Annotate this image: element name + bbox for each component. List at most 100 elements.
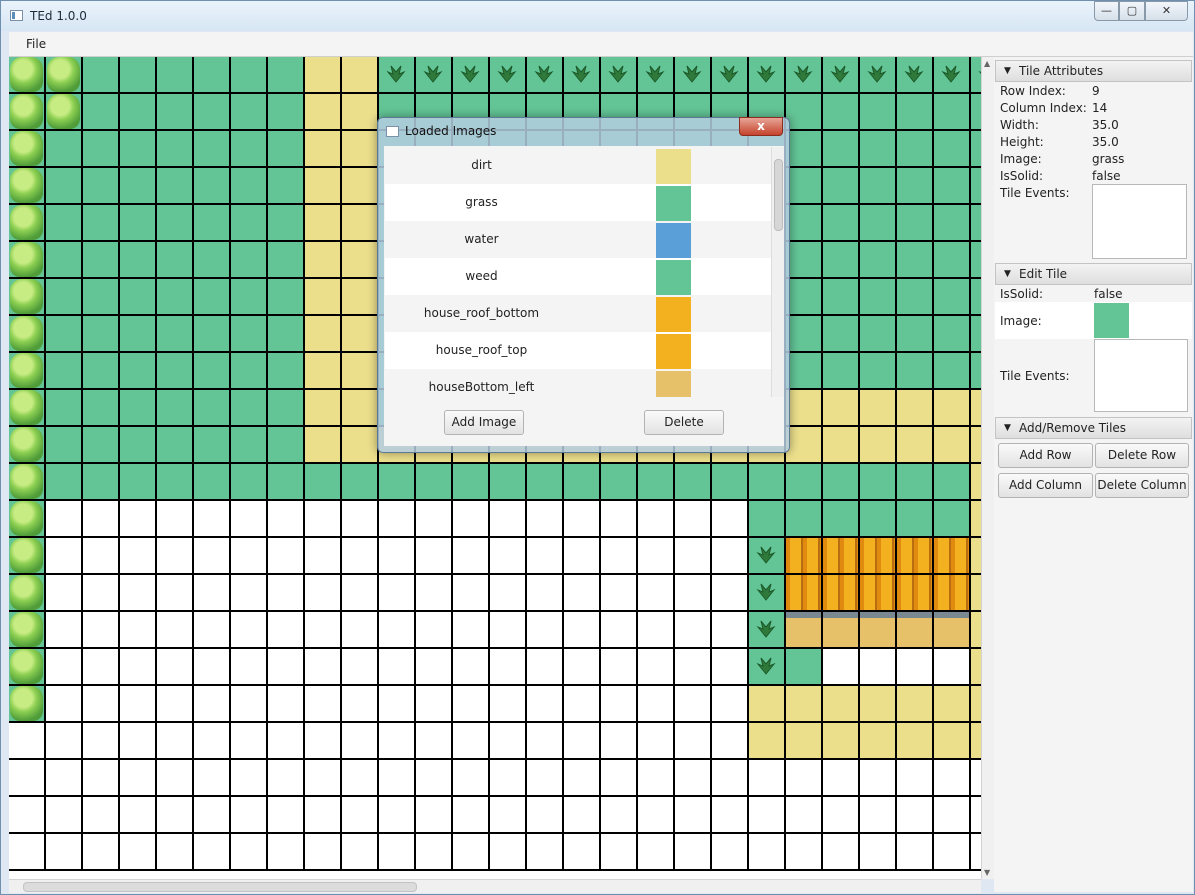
tile-white[interactable] <box>453 834 490 871</box>
tile-grass[interactable] <box>231 205 268 242</box>
edit-issolid-value[interactable]: false <box>1094 287 1123 301</box>
tile-grass[interactable] <box>860 464 897 501</box>
tile-white[interactable] <box>379 649 416 686</box>
tile-grass[interactable] <box>934 131 971 168</box>
tile-grass[interactable] <box>120 390 157 427</box>
tile-white[interactable] <box>379 686 416 723</box>
tile-weed[interactable] <box>786 57 823 94</box>
image-list-item[interactable]: dirt <box>385 147 771 184</box>
tile-white[interactable] <box>823 649 860 686</box>
tile-grass[interactable] <box>268 279 305 316</box>
tile-grass[interactable] <box>934 501 971 538</box>
tile-tree[interactable] <box>9 538 46 575</box>
tile-white[interactable] <box>638 760 675 797</box>
tile-white[interactable] <box>601 723 638 760</box>
tile-dirt[interactable] <box>823 390 860 427</box>
tile-white[interactable] <box>564 723 601 760</box>
tile-tree[interactable] <box>9 316 46 353</box>
tile-grass[interactable] <box>268 464 305 501</box>
tile-tree[interactable] <box>9 57 46 94</box>
tile-white[interactable] <box>453 612 490 649</box>
tile-grass[interactable] <box>934 464 971 501</box>
tile-white[interactable] <box>601 501 638 538</box>
tile-grass[interactable] <box>46 390 83 427</box>
tile-white[interactable] <box>46 686 83 723</box>
tile-grass[interactable] <box>897 279 934 316</box>
tile-white[interactable] <box>934 834 971 871</box>
tile-white[interactable] <box>120 723 157 760</box>
tile-grass[interactable] <box>157 242 194 279</box>
tile-white[interactable] <box>379 834 416 871</box>
tile-white[interactable] <box>453 686 490 723</box>
tile-white[interactable] <box>379 538 416 575</box>
tile-dirt[interactable] <box>971 501 981 538</box>
tile-white[interactable] <box>712 612 749 649</box>
image-list-scrollbar[interactable] <box>771 147 784 397</box>
tile-roof[interactable] <box>934 575 971 612</box>
tile-grass[interactable] <box>971 168 981 205</box>
delete-column-button[interactable]: Delete Column <box>1095 473 1189 498</box>
tile-white[interactable] <box>453 797 490 834</box>
tile-grass[interactable] <box>157 390 194 427</box>
tile-white[interactable] <box>231 723 268 760</box>
tile-white[interactable] <box>194 649 231 686</box>
tile-weed[interactable] <box>601 57 638 94</box>
tile-white[interactable] <box>194 575 231 612</box>
tile-weed[interactable] <box>749 538 786 575</box>
tile-grass[interactable] <box>268 242 305 279</box>
tile-house[interactable] <box>860 612 897 649</box>
tile-dirt[interactable] <box>342 131 379 168</box>
tile-white[interactable] <box>379 612 416 649</box>
tile-white[interactable] <box>416 797 453 834</box>
tile-grass[interactable] <box>194 205 231 242</box>
tile-white[interactable] <box>601 760 638 797</box>
tile-white[interactable] <box>786 760 823 797</box>
tile-grass[interactable] <box>83 57 120 94</box>
tile-grass[interactable] <box>971 279 981 316</box>
tile-grass[interactable] <box>83 427 120 464</box>
tile-grass[interactable] <box>194 279 231 316</box>
tile-grass[interactable] <box>231 168 268 205</box>
tile-grass[interactable] <box>934 94 971 131</box>
tile-weed[interactable] <box>934 57 971 94</box>
tile-dirt[interactable] <box>749 686 786 723</box>
tile-white[interactable] <box>83 834 120 871</box>
tile-weed[interactable] <box>860 57 897 94</box>
tile-grass[interactable] <box>194 316 231 353</box>
tile-white[interactable] <box>194 612 231 649</box>
tile-white[interactable] <box>934 649 971 686</box>
tile-grass[interactable] <box>120 279 157 316</box>
tile-grass[interactable] <box>268 390 305 427</box>
tile-white[interactable] <box>83 649 120 686</box>
tile-white[interactable] <box>342 760 379 797</box>
tile-grass[interactable] <box>823 94 860 131</box>
tile-white[interactable] <box>416 760 453 797</box>
tile-grass[interactable] <box>416 464 453 501</box>
tile-grass[interactable] <box>786 242 823 279</box>
tile-grass[interactable] <box>157 279 194 316</box>
tile-grass[interactable] <box>712 464 749 501</box>
tile-white[interactable] <box>490 723 527 760</box>
image-list-item[interactable]: house_roof_top <box>385 332 771 369</box>
tile-grass[interactable] <box>268 57 305 94</box>
tile-white[interactable] <box>712 575 749 612</box>
tile-weed[interactable] <box>379 57 416 94</box>
tile-white[interactable] <box>527 723 564 760</box>
tile-grass[interactable] <box>823 205 860 242</box>
tile-white[interactable] <box>897 649 934 686</box>
tile-grass[interactable] <box>157 353 194 390</box>
tile-grass[interactable] <box>157 57 194 94</box>
tile-white[interactable] <box>120 686 157 723</box>
tile-grass[interactable] <box>194 353 231 390</box>
tile-white[interactable] <box>638 612 675 649</box>
tile-white[interactable] <box>749 834 786 871</box>
tile-grass[interactable] <box>971 242 981 279</box>
tile-white[interactable] <box>897 797 934 834</box>
tile-dirt[interactable] <box>971 575 981 612</box>
tile-grass[interactable] <box>46 131 83 168</box>
tile-white[interactable] <box>231 501 268 538</box>
tile-white[interactable] <box>453 575 490 612</box>
tile-grass[interactable] <box>83 464 120 501</box>
tile-grass[interactable] <box>194 168 231 205</box>
tile-white[interactable] <box>268 834 305 871</box>
